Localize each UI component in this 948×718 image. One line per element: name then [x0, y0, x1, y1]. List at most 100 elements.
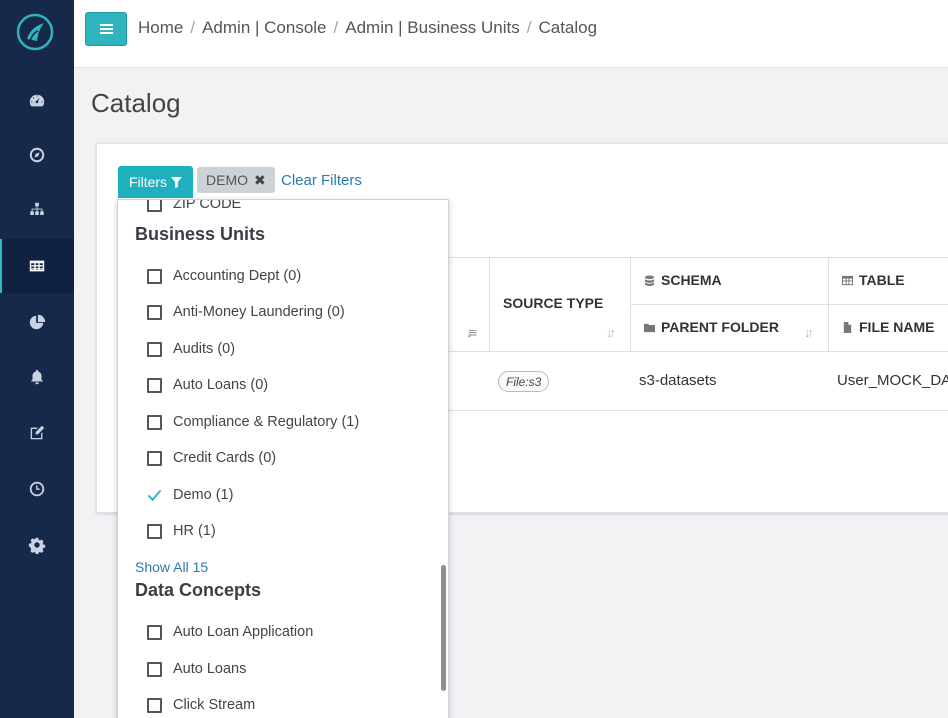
database-icon — [644, 274, 655, 286]
nav-hierarchy[interactable] — [0, 183, 74, 237]
sort-icon[interactable]: ↓↑ — [804, 325, 814, 340]
active-filter-chip: DEMO ✖ — [197, 167, 275, 193]
remove-chip-icon[interactable]: ✖ — [254, 172, 266, 189]
filter-option[interactable]: ZIP CODE — [147, 199, 242, 214]
nav-edit[interactable] — [0, 406, 74, 460]
option-label: Accounting Dept (0) — [173, 268, 302, 284]
filters-button[interactable]: Filters — [118, 166, 193, 198]
col-header-label: SOURCE TYPE — [503, 295, 604, 311]
col-header-label: TABLE — [859, 272, 905, 288]
checkbox[interactable] — [147, 377, 162, 393]
filter-option[interactable]: HR (1) — [147, 521, 216, 541]
col-header-schema[interactable]: SCHEMA — [644, 272, 722, 288]
menu-toggle-button[interactable] — [85, 12, 127, 46]
checkbox[interactable] — [147, 304, 162, 320]
section-data-concepts: Data Concepts — [135, 580, 262, 600]
filter-option[interactable]: Auto Loans (0) — [147, 375, 268, 395]
option-label: Anti-Money Laundering (0) — [173, 304, 345, 320]
checkmark-icon[interactable] — [147, 488, 162, 503]
table-icon — [842, 275, 853, 285]
col-header-source-type[interactable]: SOURCE TYPE — [503, 295, 603, 311]
table-icon — [29, 260, 45, 272]
dashboard-icon — [29, 94, 45, 107]
sitemap-icon — [30, 202, 44, 215]
cell-table[interactable]: User_MOCK_DA — [837, 372, 948, 389]
breadcrumb-home[interactable]: Home — [138, 18, 183, 38]
option-label: Auto Loans — [173, 661, 247, 677]
filters-button-label: Filters — [128, 174, 168, 190]
checkbox[interactable] — [147, 268, 162, 284]
breadcrumb: Home / Admin | Console / Admin | Busines… — [138, 18, 597, 38]
filter-option[interactable]: Click Stream — [147, 695, 255, 715]
checkbox[interactable] — [147, 523, 162, 539]
col-header-parent-folder[interactable]: PARENT FOLDER — [644, 319, 779, 335]
page-title: Catalog — [91, 88, 181, 118]
chip-label: DEMO — [206, 172, 248, 188]
checkbox[interactable] — [147, 450, 162, 466]
filter-option[interactable]: Auto Loan Application — [147, 622, 313, 642]
compass-icon — [29, 147, 45, 163]
bell-icon — [30, 369, 44, 385]
pie-chart-icon — [29, 314, 46, 330]
filter-icon — [171, 176, 183, 188]
filter-option[interactable]: Accounting Dept (0) — [147, 266, 301, 286]
option-label: Auto Loans (0) — [173, 377, 269, 393]
folder-icon — [644, 323, 655, 332]
filter-option[interactable]: Audits (0) — [147, 339, 235, 359]
nav-dashboard[interactable] — [0, 74, 74, 128]
show-all-link[interactable]: Show All 15 — [135, 559, 208, 575]
filter-option[interactable]: Auto Loans — [147, 659, 246, 679]
checkbox[interactable] — [147, 624, 162, 640]
filter-option[interactable]: Compliance & Regulatory (1) — [147, 412, 359, 432]
col-header-file-name[interactable]: FILE NAME — [842, 319, 934, 335]
sort-desc-icon[interactable]: ↓≡ — [466, 325, 477, 340]
breadcrumb-current: Catalog — [538, 18, 598, 37]
option-label: Credit Cards (0) — [173, 450, 277, 466]
nav-notifications[interactable] — [0, 350, 74, 404]
nav-explore[interactable] — [0, 128, 74, 182]
filters-dropdown: ZIP CODE Business Units Accounting Dept … — [117, 199, 449, 718]
table-border — [828, 257, 829, 351]
option-label: ZIP CODE — [173, 199, 242, 212]
sort-icon[interactable]: ↓↑ — [606, 325, 616, 340]
col-header-label: SCHEMA — [661, 272, 722, 288]
source-type-badge: File:s3 — [498, 371, 550, 392]
filter-option[interactable]: Credit Cards (0) — [147, 448, 276, 468]
option-label: Auto Loan Application — [173, 624, 314, 640]
checkbox[interactable] — [147, 661, 162, 677]
clear-filters-link[interactable]: Clear Filters — [281, 172, 362, 189]
breadcrumb-separator: / — [333, 18, 339, 37]
breadcrumb-separator: / — [190, 18, 196, 37]
table-border — [447, 257, 948, 258]
breadcrumb-separator: / — [526, 18, 532, 37]
nav-reports[interactable] — [0, 295, 74, 349]
logo-icon[interactable] — [16, 13, 54, 51]
option-label: HR (1) — [173, 523, 216, 539]
option-label: Demo (1) — [173, 487, 234, 503]
table-border — [630, 304, 948, 305]
dropdown-scrollbar[interactable] — [441, 565, 446, 691]
option-label: Compliance & Regulatory (1) — [173, 414, 360, 430]
nav-catalog[interactable] — [0, 239, 74, 293]
gear-icon — [28, 537, 46, 554]
nav-history[interactable] — [0, 462, 74, 516]
col-header-label: PARENT FOLDER — [661, 319, 779, 335]
filter-option-selected[interactable]: Demo (1) — [147, 485, 233, 505]
hamburger-icon — [99, 24, 113, 34]
col-header-table[interactable]: TABLE — [842, 272, 905, 288]
top-header: Home / Admin | Console / Admin | Busines… — [74, 0, 948, 68]
breadcrumb-business-units[interactable]: Admin | Business Units — [345, 18, 519, 38]
clock-icon — [29, 481, 45, 497]
checkbox[interactable] — [147, 697, 162, 713]
table-border — [489, 257, 490, 351]
cell-schema[interactable]: s3-datasets — [639, 372, 717, 389]
option-label: Audits (0) — [173, 341, 236, 357]
filter-option[interactable]: Anti-Money Laundering (0) — [147, 302, 345, 322]
option-label: Click Stream — [173, 697, 256, 713]
nav-settings[interactable] — [0, 518, 74, 572]
checkbox[interactable] — [147, 341, 162, 357]
checkbox[interactable] — [147, 414, 162, 430]
checkbox[interactable] — [147, 200, 162, 212]
breadcrumb-admin-console[interactable]: Admin | Console — [202, 18, 326, 38]
col-header-label: FILE NAME — [859, 319, 935, 335]
